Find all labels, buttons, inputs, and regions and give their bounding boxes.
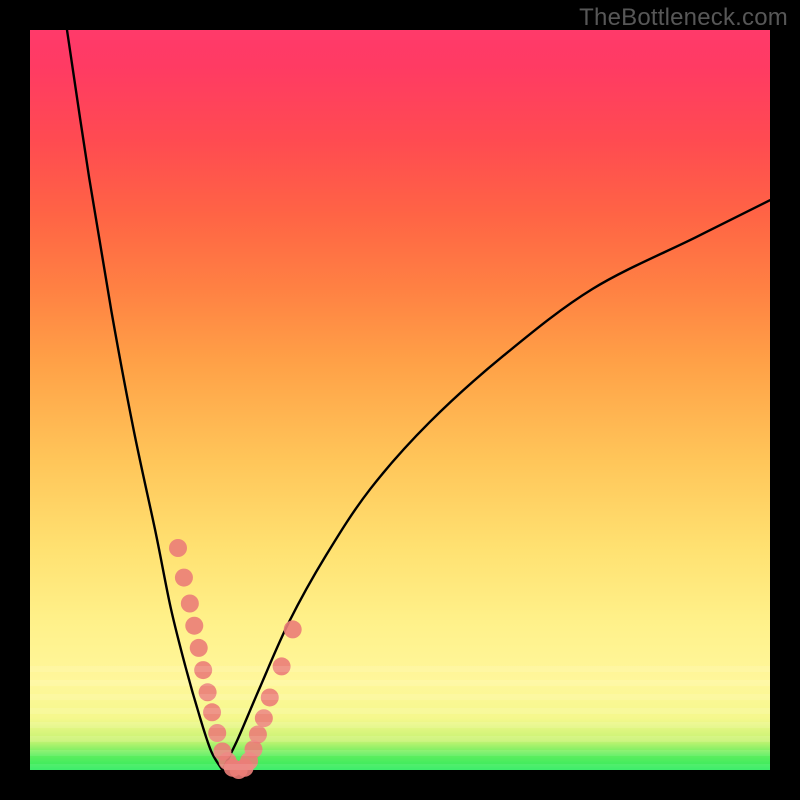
data-point — [261, 688, 279, 706]
bottleneck-curve-left — [67, 30, 222, 770]
chart-svg — [30, 30, 770, 770]
chart-frame: TheBottleneck.com — [0, 0, 800, 800]
data-point — [203, 703, 221, 721]
data-point — [194, 661, 212, 679]
data-point — [249, 725, 267, 743]
data-point — [208, 724, 226, 742]
plot-area — [30, 30, 770, 770]
data-point — [181, 595, 199, 613]
data-point — [185, 617, 203, 635]
data-point — [273, 657, 291, 675]
watermark-text: TheBottleneck.com — [579, 4, 788, 32]
data-point — [199, 683, 217, 701]
bottleneck-curve-right — [222, 200, 770, 770]
data-point — [169, 539, 187, 557]
data-point — [190, 639, 208, 657]
data-point — [284, 620, 302, 638]
data-point — [175, 569, 193, 587]
data-point — [255, 709, 273, 727]
